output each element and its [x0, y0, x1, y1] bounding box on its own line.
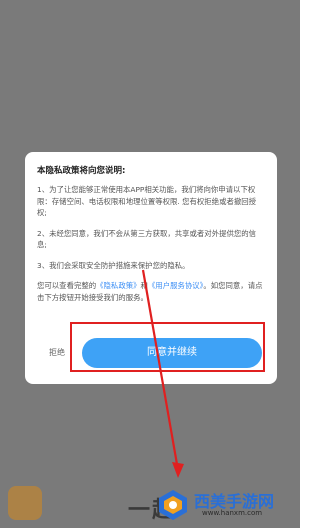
- decline-button[interactable]: 拒绝: [49, 347, 65, 358]
- highlight-annotation-box: [70, 322, 265, 372]
- links-and: 和: [140, 281, 148, 290]
- privacy-clause-3: 3、我们会采取安全防护措施来保护您的隐私。: [37, 260, 190, 270]
- privacy-policy-link[interactable]: 《隐私政策》: [96, 281, 140, 290]
- app-icon: [8, 486, 42, 520]
- privacy-links-paragraph: 您可以查看完整的《隐私政策》和《用户服务协议》。如您同意，请点击下方按钮开始接受…: [37, 280, 265, 303]
- watermark-logo-icon: [159, 490, 187, 520]
- watermark-url: www.hanxm.com: [202, 509, 263, 517]
- privacy-clause-2: 2、未经您同意，我们不会从第三方获取，共享或者对外提供您的信息;: [37, 228, 257, 250]
- dialog-title: 本隐私政策将向您说明:: [37, 166, 126, 176]
- app-screen: 一起 本隐私政策将向您说明: 1、为了让您能够正常使用本APP相关功能，我们将向…: [0, 0, 300, 528]
- links-prefix: 您可以查看完整的: [37, 281, 97, 290]
- user-agreement-link[interactable]: 《用户服务协议》: [148, 281, 203, 290]
- privacy-clause-1: 1、为了让您能够正常使用本APP相关功能，我们将向你申请以下权限：存储空间、电话…: [37, 185, 257, 217]
- site-watermark: 西美手游网 www.hanxm.com: [156, 486, 296, 524]
